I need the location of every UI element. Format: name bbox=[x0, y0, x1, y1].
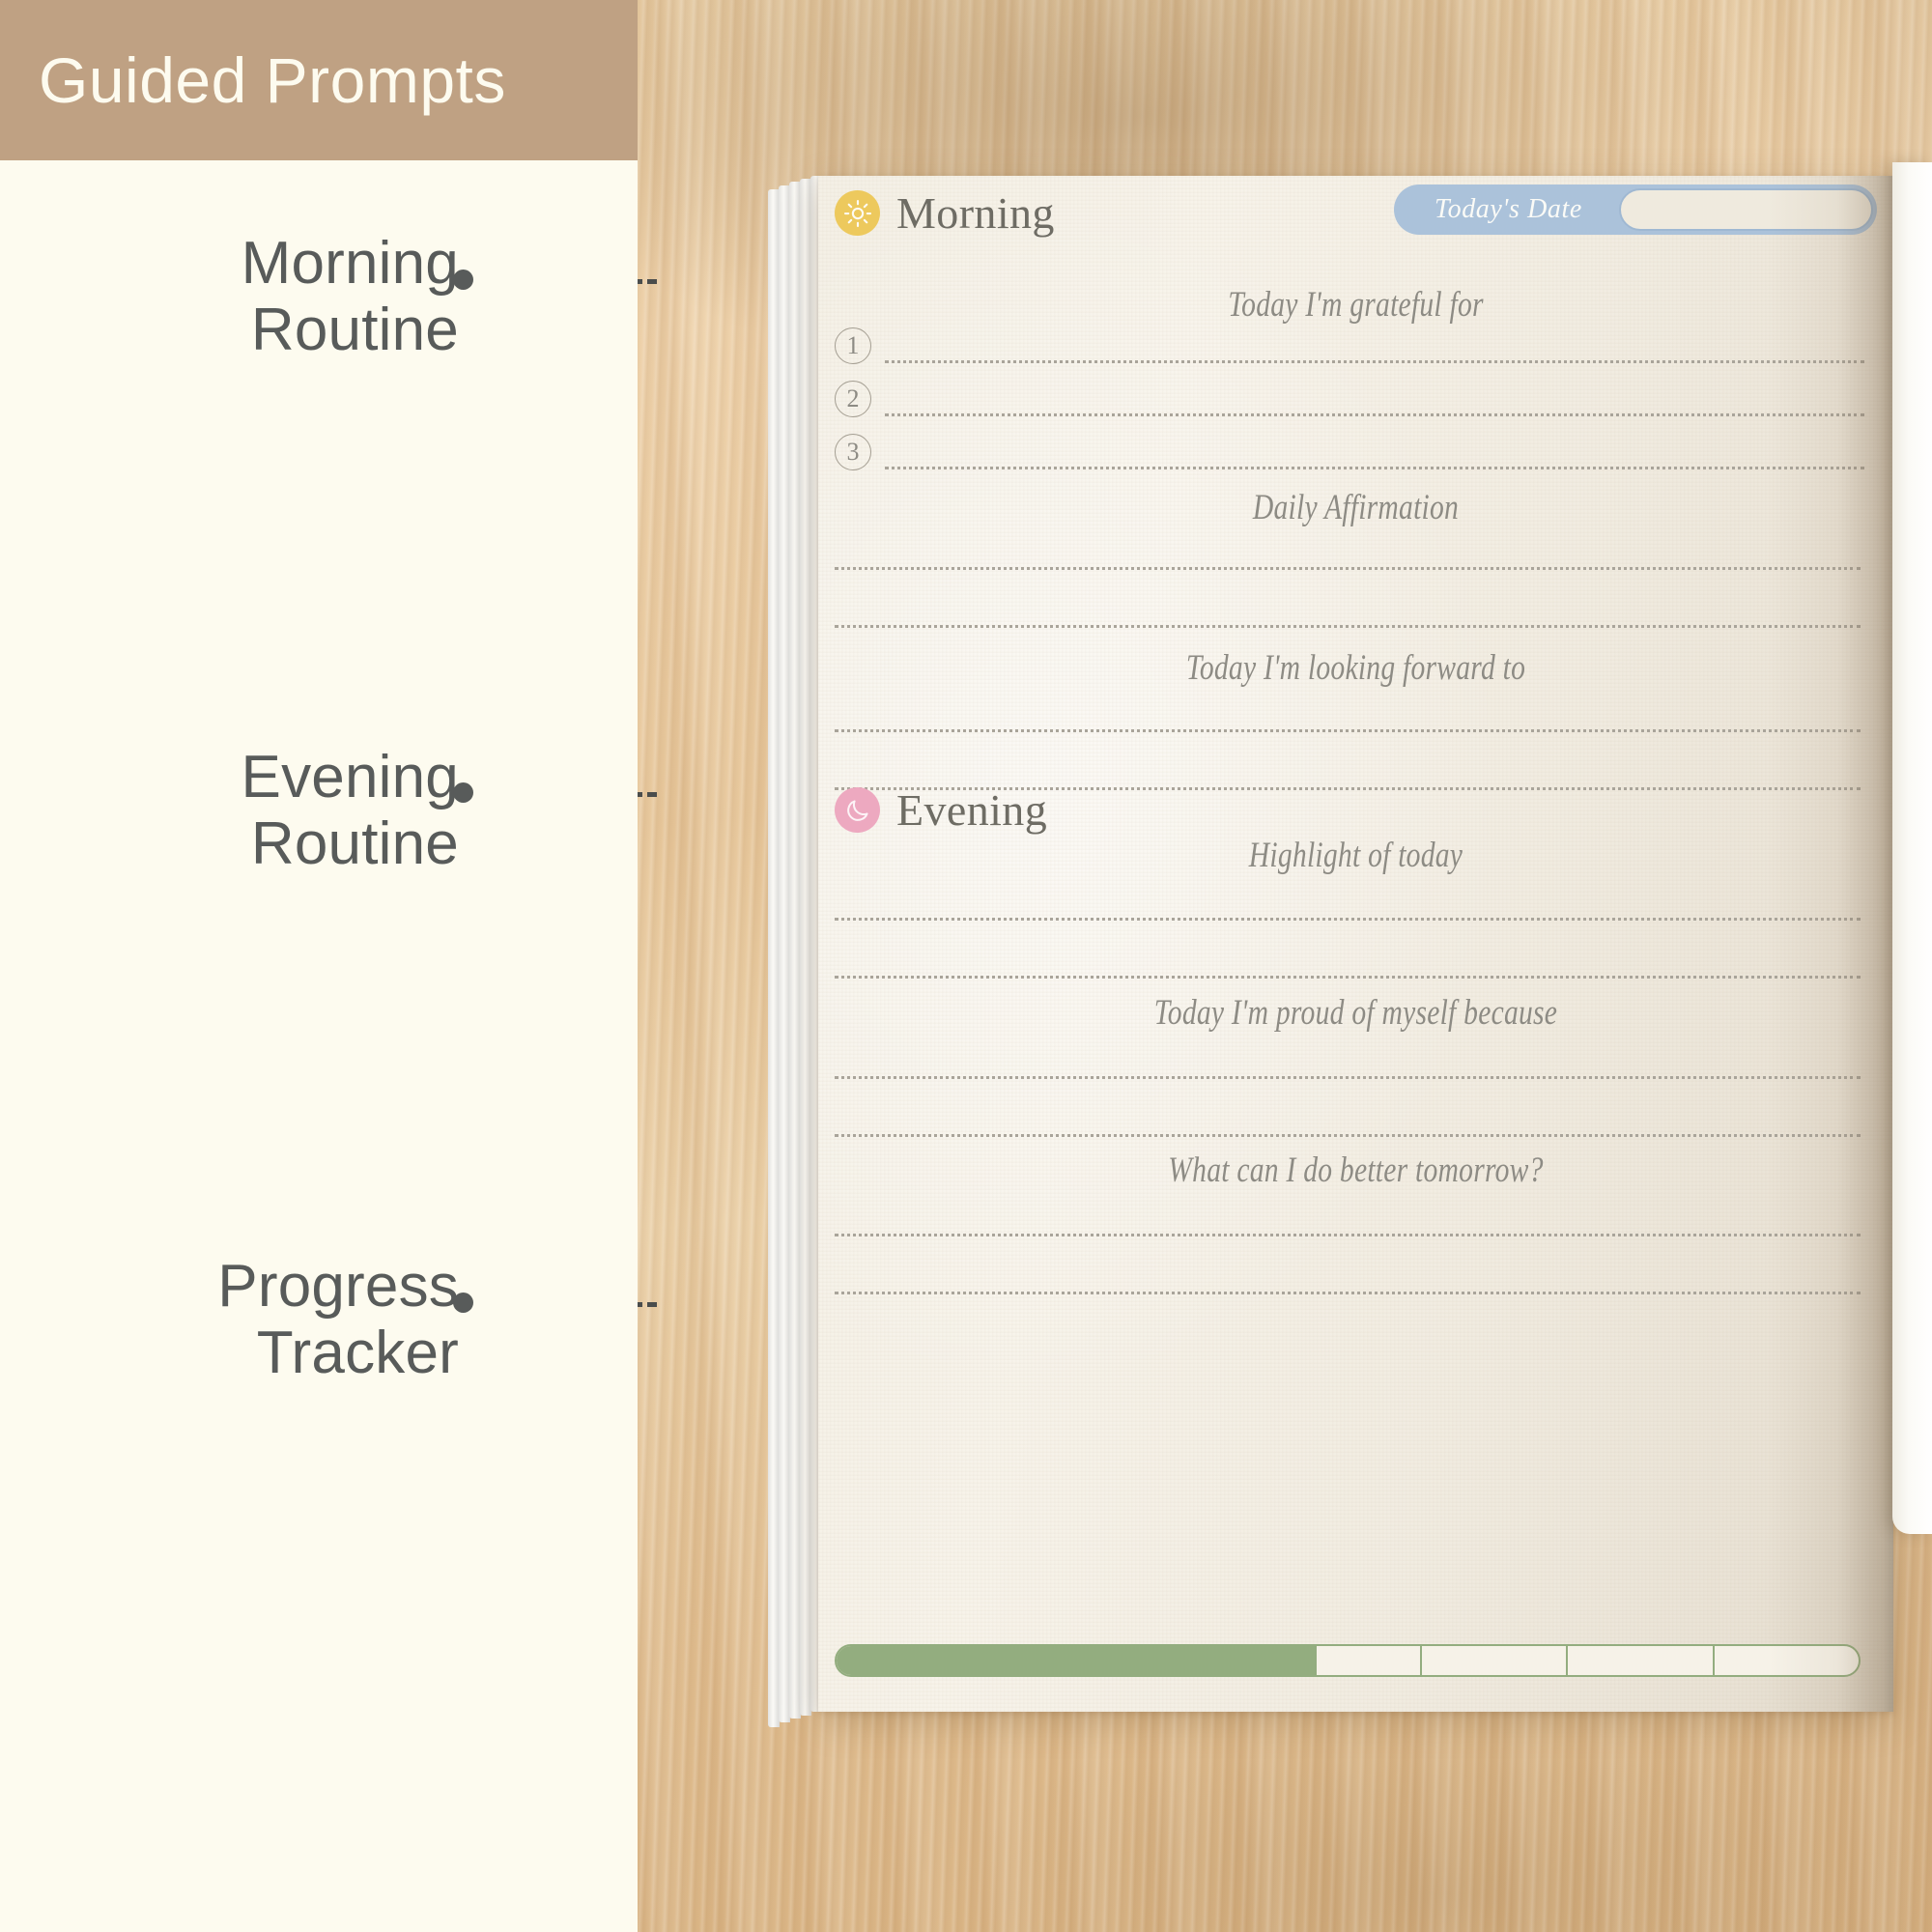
affirmation-write-line-1[interactable] bbox=[835, 567, 1861, 570]
gratitude-row-1[interactable]: 1 bbox=[835, 327, 1868, 364]
prompt-looking-forward: Today I'm looking forward to bbox=[1185, 648, 1526, 688]
gratitude-number: 2 bbox=[835, 381, 871, 417]
prompt-proud-of-myself: Today I'm proud of myself because bbox=[1153, 993, 1558, 1033]
highlight-write-line-2[interactable] bbox=[835, 976, 1861, 979]
banner-title: Guided Prompts bbox=[39, 44, 506, 116]
looking-forward-write-line-1[interactable] bbox=[835, 729, 1861, 732]
tracker-segment bbox=[1422, 1646, 1569, 1675]
better-write-line-2[interactable] bbox=[835, 1292, 1861, 1294]
prompt-daily-affirmation: Daily Affirmation bbox=[1252, 488, 1460, 527]
tracker-segment bbox=[1715, 1646, 1859, 1675]
callout-morning-routine-label: Morning Routine bbox=[241, 230, 459, 364]
morning-section-header: Morning bbox=[835, 187, 1055, 239]
page-edge-stack bbox=[768, 176, 826, 1727]
gratitude-write-line-1[interactable] bbox=[885, 359, 1864, 363]
callout-progress-tracker: Progress Tracker bbox=[217, 1253, 459, 1387]
gratitude-write-line-2[interactable] bbox=[885, 412, 1864, 416]
progress-tracker-segments bbox=[837, 1646, 1859, 1675]
prompt-highlight-of-today: Highlight of today bbox=[1248, 836, 1463, 875]
better-write-line-1[interactable] bbox=[835, 1234, 1861, 1236]
gratitude-row-3[interactable]: 3 bbox=[835, 434, 1868, 470]
callout-dot-progress bbox=[453, 1293, 473, 1313]
panel-banner: Guided Prompts bbox=[0, 0, 638, 160]
tracker-segment bbox=[982, 1646, 1129, 1675]
tracker-segment bbox=[837, 1646, 983, 1675]
open-journal: Morning Today's Date Today I'm grateful … bbox=[768, 176, 1893, 1727]
callout-morning-routine: Morning Routine bbox=[242, 230, 459, 364]
journal-page-content: Morning Today's Date Today I'm grateful … bbox=[818, 176, 1893, 1712]
todays-date-input[interactable] bbox=[1619, 188, 1873, 231]
tracker-segment bbox=[1275, 1646, 1422, 1675]
highlight-write-line-1[interactable] bbox=[835, 918, 1861, 921]
todays-date-label: Today's Date bbox=[1435, 194, 1582, 224]
annotation-panel: Guided Prompts Morning Routine Evening R… bbox=[0, 0, 638, 1932]
prompt-grateful: Today I'm grateful for bbox=[1228, 285, 1484, 325]
callout-evening-routine: Evening Routine bbox=[242, 744, 459, 878]
morning-title: Morning bbox=[896, 188, 1055, 238]
affirmation-write-line-2[interactable] bbox=[835, 625, 1861, 628]
gratitude-number: 3 bbox=[835, 434, 871, 470]
gratitude-write-line-3[interactable] bbox=[885, 466, 1864, 469]
callout-evening-routine-label: Evening Routine bbox=[241, 744, 459, 878]
evening-title: Evening bbox=[896, 785, 1048, 835]
gratitude-row-2[interactable]: 2 bbox=[835, 381, 1868, 417]
prompt-do-better-tomorrow: What can I do better tomorrow? bbox=[1168, 1151, 1544, 1190]
callout-dot-morning bbox=[453, 270, 473, 290]
callout-progress-tracker-label: Progress Tracker bbox=[217, 1253, 459, 1387]
todays-date-field[interactable]: Today's Date bbox=[1394, 185, 1877, 235]
journal-page: Morning Today's Date Today I'm grateful … bbox=[818, 176, 1893, 1712]
proud-write-line-1[interactable] bbox=[835, 1076, 1861, 1079]
progress-tracker[interactable] bbox=[835, 1644, 1861, 1677]
evening-section-header: Evening bbox=[835, 784, 1047, 836]
tracker-segment bbox=[1568, 1646, 1715, 1675]
sun-icon bbox=[835, 190, 880, 236]
moon-icon bbox=[835, 787, 880, 833]
page-curl bbox=[1892, 162, 1932, 1534]
proud-write-line-2[interactable] bbox=[835, 1134, 1861, 1137]
tracker-segment bbox=[1129, 1646, 1276, 1675]
gratitude-number: 1 bbox=[835, 327, 871, 364]
callout-dot-evening bbox=[453, 782, 473, 803]
